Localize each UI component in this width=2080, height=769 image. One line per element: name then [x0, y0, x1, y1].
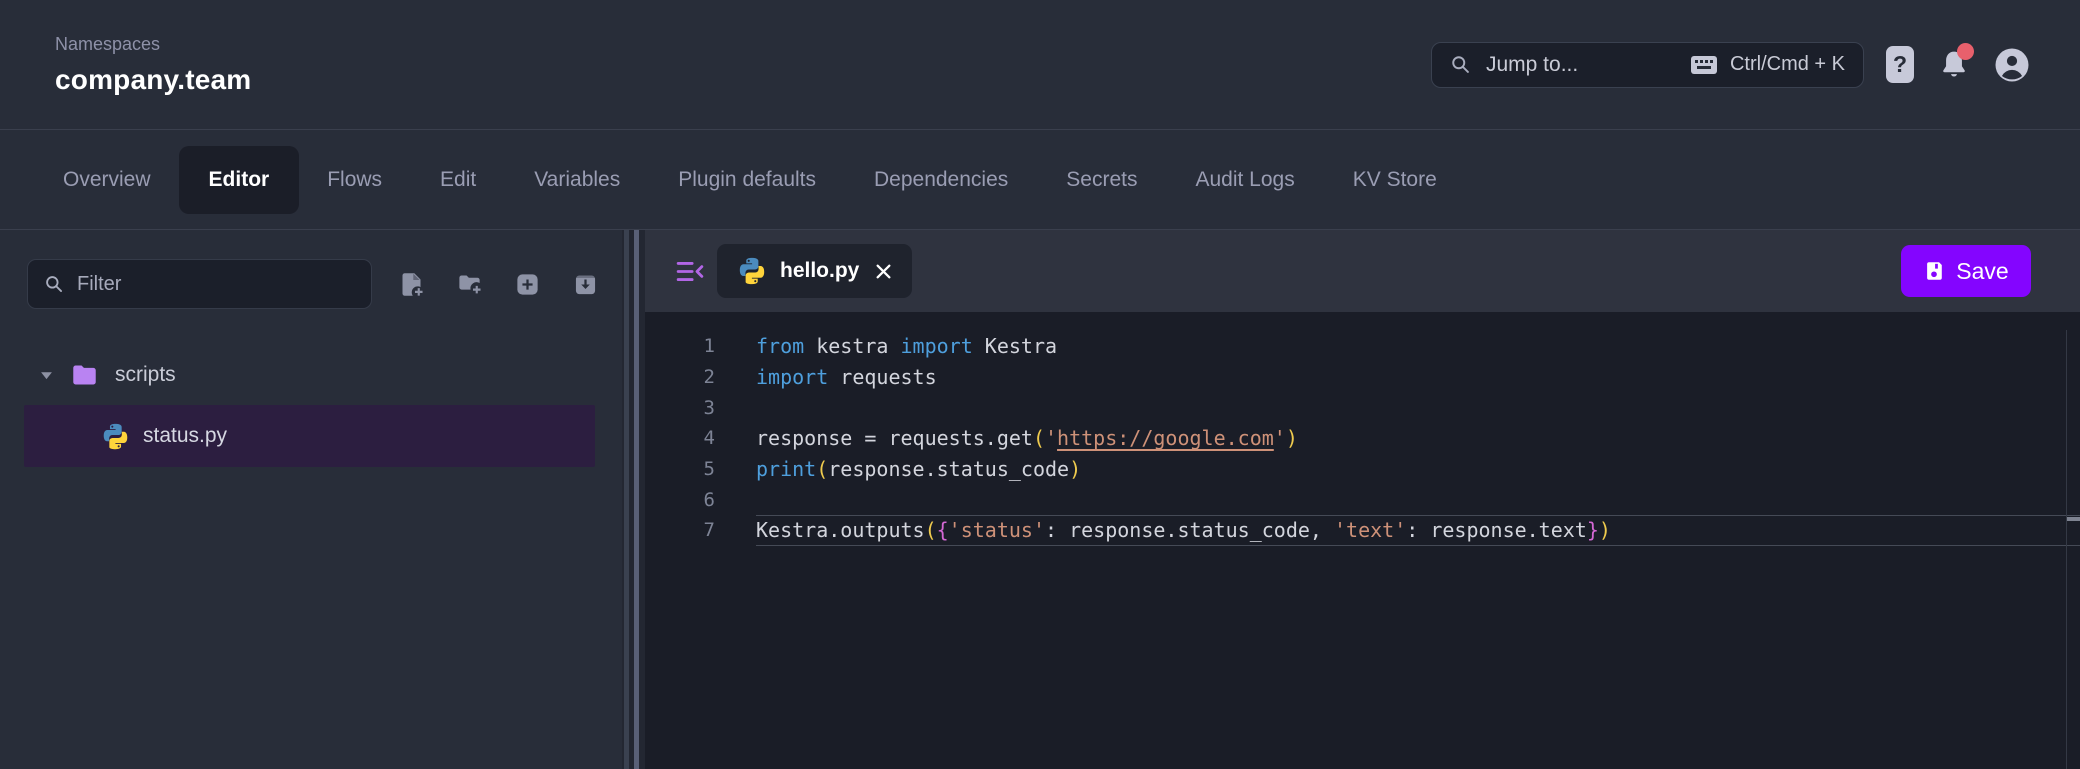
- line-content[interactable]: [756, 484, 2080, 515]
- tab-variables[interactable]: Variables: [534, 146, 620, 214]
- create-button[interactable]: [514, 271, 541, 298]
- avatar-icon: [1994, 47, 2030, 83]
- tab-plugin-defaults[interactable]: Plugin defaults: [678, 146, 816, 214]
- notification-dot: [1957, 43, 1974, 60]
- header: Namespaces company.team Jump to... Ctrl/…: [0, 0, 2080, 130]
- page-title: company.team: [55, 64, 251, 96]
- scrollbar-cursor-marker: [2067, 517, 2080, 521]
- line-content[interactable]: import requests: [756, 362, 2080, 393]
- code-editor-panel: hello.py Save 1 from kestra import Kestra…: [645, 230, 2080, 769]
- filter-input[interactable]: [77, 273, 355, 296]
- line-number: 7: [645, 519, 715, 541]
- tab-overview[interactable]: Overview: [63, 146, 151, 214]
- save-button[interactable]: Save: [1901, 245, 2031, 297]
- new-folder-button[interactable]: [456, 271, 483, 298]
- line-number: 5: [645, 458, 715, 480]
- python-icon: [101, 422, 130, 451]
- tree-file-label: status.py: [143, 424, 227, 448]
- user-avatar[interactable]: [1994, 47, 2030, 83]
- code-lines: 1 from kestra import Kestra 2 import reques…: [645, 331, 2080, 546]
- editor-scrollbar[interactable]: [2066, 330, 2080, 769]
- tree-file-status-py[interactable]: status.py: [24, 405, 595, 467]
- code-line-1[interactable]: 1 from kestra import Kestra: [645, 331, 2080, 362]
- tree-folder-label: scripts: [115, 363, 176, 387]
- file-tree: scripts status.py: [0, 355, 622, 467]
- keyboard-icon: [1690, 55, 1718, 75]
- file-actions: [398, 271, 599, 298]
- header-actions: Jump to... Ctrl/Cmd + K ?: [1431, 42, 2030, 88]
- tab-kv-store[interactable]: KV Store: [1353, 146, 1437, 214]
- new-file-button[interactable]: [398, 271, 425, 298]
- breadcrumb[interactable]: Namespaces: [55, 34, 251, 55]
- import-icon: [572, 271, 599, 298]
- file-explorer: scripts status.py: [0, 230, 622, 769]
- save-label: Save: [1956, 258, 2008, 285]
- editor-toolbar: hello.py Save: [645, 230, 2080, 312]
- line-content[interactable]: [756, 392, 2080, 423]
- line-number: 6: [645, 489, 715, 511]
- tab-editor[interactable]: Editor: [179, 146, 300, 214]
- folder-icon: [70, 362, 99, 388]
- import-button[interactable]: [572, 271, 599, 298]
- panel-splitter[interactable]: [622, 230, 645, 769]
- line-content[interactable]: from kestra import Kestra: [756, 331, 2080, 362]
- tab-flows[interactable]: Flows: [327, 146, 382, 214]
- close-icon[interactable]: [875, 263, 892, 280]
- collapse-panel-icon: [676, 259, 704, 284]
- line-content[interactable]: response = requests.get('https://google.…: [756, 423, 2080, 454]
- notifications-button[interactable]: [1936, 46, 1972, 84]
- code-line-7[interactable]: 7 Kestra.outputs({'status': response.stat…: [645, 515, 2080, 546]
- app-window: Namespaces company.team Jump to... Ctrl/…: [0, 0, 2080, 769]
- tab-secrets[interactable]: Secrets: [1066, 146, 1137, 214]
- explorer-toolbar: [0, 230, 622, 309]
- line-number: 1: [645, 335, 715, 357]
- keyboard-shortcut-label: Ctrl/Cmd + K: [1730, 53, 1845, 76]
- filter-box: [27, 259, 372, 309]
- editor-tab-label: hello.py: [780, 259, 859, 283]
- header-titles: Namespaces company.team: [55, 34, 251, 96]
- line-content[interactable]: print(response.status_code): [756, 454, 2080, 485]
- tree-folder-scripts[interactable]: scripts: [0, 355, 622, 395]
- code-line-4[interactable]: 4 response = requests.get('https://google…: [645, 423, 2080, 454]
- search-icon: [1450, 54, 1471, 75]
- jump-to-placeholder: Jump to...: [1486, 53, 1578, 77]
- code-line-3[interactable]: 3: [645, 392, 2080, 423]
- code-line-6[interactable]: 6: [645, 484, 2080, 515]
- code-area[interactable]: 1 from kestra import Kestra 2 import reques…: [645, 312, 2080, 769]
- line-number: 4: [645, 427, 715, 449]
- keyboard-shortcut: Ctrl/Cmd + K: [1690, 53, 1845, 76]
- plus-square-icon: [514, 271, 541, 298]
- code-line-2[interactable]: 2 import requests: [645, 362, 2080, 393]
- code-line-5[interactable]: 5 print(response.status_code): [645, 454, 2080, 485]
- tab-dependencies[interactable]: Dependencies: [874, 146, 1008, 214]
- editor-tab-hello-py[interactable]: hello.py: [717, 244, 912, 298]
- tab-edit[interactable]: Edit: [440, 146, 476, 214]
- line-content[interactable]: Kestra.outputs({'status': response.statu…: [756, 515, 2080, 546]
- collapse-explorer-button[interactable]: [676, 258, 704, 284]
- help-button[interactable]: ?: [1886, 46, 1914, 83]
- jump-to-search[interactable]: Jump to... Ctrl/Cmd + K: [1431, 42, 1864, 88]
- help-icon: ?: [1886, 46, 1914, 83]
- line-number: 3: [645, 397, 715, 419]
- main-body: scripts status.py: [0, 230, 2080, 769]
- new-folder-icon: [456, 271, 483, 298]
- new-file-icon: [398, 271, 425, 298]
- caret-down-icon[interactable]: [40, 371, 53, 380]
- namespace-tabbar: Overview Editor Flows Edit Variables Plu…: [0, 130, 2080, 230]
- save-icon: [1923, 260, 1945, 282]
- filter-search-icon: [44, 274, 64, 294]
- python-icon: [737, 256, 767, 286]
- line-number: 2: [645, 366, 715, 388]
- tab-audit-logs[interactable]: Audit Logs: [1195, 146, 1294, 214]
